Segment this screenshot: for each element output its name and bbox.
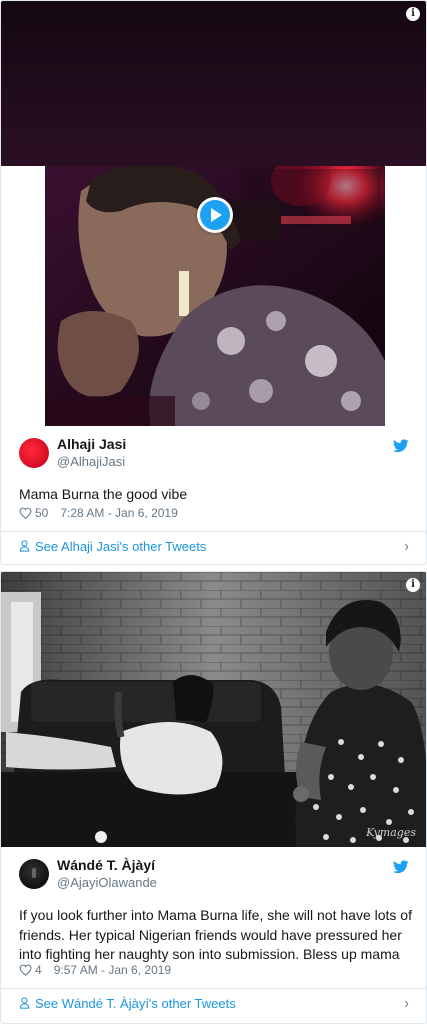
avatar[interactable] — [19, 859, 49, 889]
tweet-2-photo[interactable]: i Kymages — [1, 572, 426, 847]
user-handle[interactable]: @AjayiOlawande — [57, 875, 157, 890]
tweet-text: Mama Burna the good vibe — [19, 486, 188, 502]
info-icon[interactable]: i — [406, 578, 420, 592]
chevron-right-icon[interactable]: › — [404, 995, 408, 1013]
tweet-1-video[interactable]: i — [1, 1, 426, 426]
photo-watermark: Kymages — [366, 826, 416, 839]
info-icon[interactable]: i — [406, 7, 420, 21]
see-other-tweets-label[interactable]: See Alhaji Jasi's other Tweets — [35, 539, 206, 554]
chevron-right-icon[interactable]: › — [404, 538, 408, 556]
twitter-bird-icon[interactable] — [393, 439, 409, 453]
embedded-tweet-1: i Alhaji Jasi @AlhajiJasi Mama Burna the… — [0, 0, 427, 565]
see-other-tweets-link[interactable]: See Alhaji Jasi's other Tweets › — [19, 538, 409, 556]
embedded-tweet-2: i Kymages Wándé T. Àjàyí @AjayiOlawande … — [0, 571, 427, 1024]
tweet-1-header: Alhaji Jasi @AlhajiJasi — [19, 436, 409, 474]
display-name[interactable]: Alhaji Jasi — [57, 436, 126, 452]
photo-image — [1, 572, 426, 847]
tweet-2-header: Wándé T. Àjàyí @AjayiOlawande — [19, 857, 409, 895]
tweet-meta: 50 7:28 AM - Jan 6, 2019 — [19, 506, 178, 520]
person-icon — [19, 540, 30, 552]
timestamp[interactable]: 9:57 AM - Jan 6, 2019 — [54, 963, 171, 977]
like-count[interactable]: 50 — [35, 506, 48, 520]
heart-icon[interactable] — [19, 964, 32, 976]
divider — [1, 531, 426, 532]
play-icon — [200, 200, 230, 230]
play-button[interactable] — [197, 197, 233, 233]
user-handle[interactable]: @AlhajiJasi — [57, 454, 125, 469]
tweet-meta: 4 9:57 AM - Jan 6, 2019 — [19, 963, 171, 977]
heart-icon[interactable] — [19, 507, 32, 519]
twitter-bird-icon[interactable] — [393, 860, 409, 874]
see-other-tweets-label[interactable]: See Wándé T. Àjàyí's other Tweets — [35, 996, 236, 1011]
divider — [1, 988, 426, 989]
display-name[interactable]: Wándé T. Àjàyí — [57, 857, 155, 873]
person-icon — [19, 997, 30, 1009]
see-other-tweets-link[interactable]: See Wándé T. Àjàyí's other Tweets › — [19, 995, 409, 1013]
tweet-text: If you look further into Mama Burna life… — [19, 907, 412, 962]
like-count[interactable]: 4 — [35, 963, 42, 977]
avatar[interactable] — [19, 438, 49, 468]
timestamp[interactable]: 7:28 AM - Jan 6, 2019 — [60, 506, 177, 520]
